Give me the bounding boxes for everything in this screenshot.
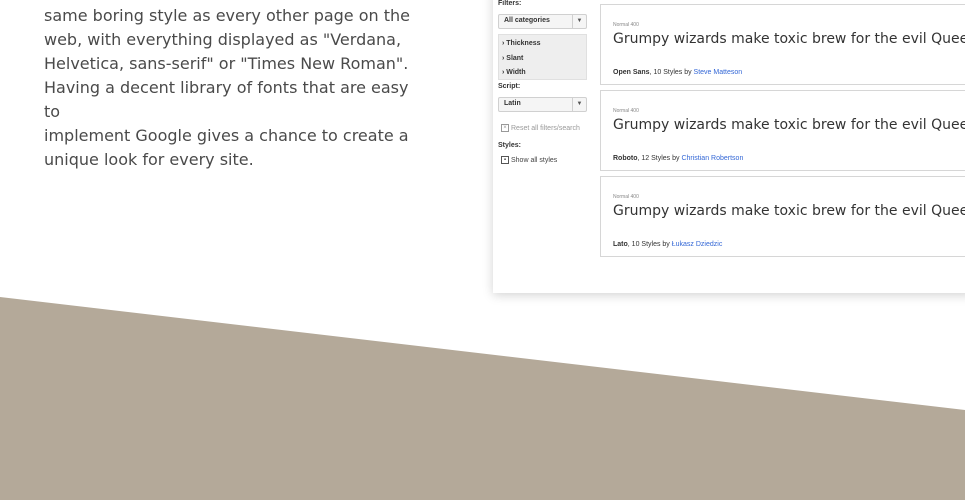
font-card-lato[interactable]: Normal 400 Grumpy wizards make toxic bre… xyxy=(600,176,965,257)
font-card-open-sans[interactable]: Normal 400 Grumpy wizards make toxic bre… xyxy=(600,4,965,85)
google-fonts-screenshot: Filters: All categories ▼ › Thickness › … xyxy=(493,0,965,293)
intro-line: Helvetica, sans-serif" or "Times New Rom… xyxy=(44,54,409,73)
intro-line: unique look for every site. xyxy=(44,150,254,169)
script-select-value: Latin xyxy=(504,100,521,107)
reset-filters-link[interactable]: × Reset all filters/search xyxy=(501,124,580,132)
font-card-footer: Lato, 10 Styles by Łukasz Dziedzic xyxy=(613,241,722,248)
reset-filters-label: Reset all filters/search xyxy=(511,124,580,132)
thickness-toggle[interactable]: › Thickness xyxy=(502,40,586,55)
chevron-down-icon: ▼ xyxy=(572,98,586,111)
font-card-roboto[interactable]: Normal 400 Grumpy wizards make toxic bre… xyxy=(600,90,965,171)
category-select-value: All categories xyxy=(504,17,550,24)
intro-line: implement Google gives a chance to creat… xyxy=(44,126,409,145)
font-sample-text: Grumpy wizards make toxic brew for the e… xyxy=(613,31,965,47)
font-weight-label: Normal 400 xyxy=(613,194,639,200)
chevron-down-icon: ▼ xyxy=(572,15,586,28)
font-styles-count: , 12 Styles by xyxy=(637,155,682,162)
script-label: Script: xyxy=(498,83,521,90)
filters-label: Filters: xyxy=(498,0,522,7)
font-weight-label: Normal 400 xyxy=(613,108,639,114)
slant-toggle[interactable]: › Slant xyxy=(502,55,586,70)
font-author-link[interactable]: Łukasz Dziedzic xyxy=(672,241,723,248)
font-name: Roboto xyxy=(613,155,638,162)
script-select[interactable]: Latin ▼ xyxy=(498,97,587,112)
styles-label: Styles: xyxy=(498,142,521,149)
font-card-footer: Roboto, 12 Styles by Christian Robertson xyxy=(613,155,743,162)
font-name: Open Sans xyxy=(613,69,650,76)
font-author-link[interactable]: Christian Robertson xyxy=(681,155,743,162)
font-name: Lato xyxy=(613,241,628,248)
font-styles-count: , 10 Styles by xyxy=(627,241,672,248)
show-all-styles-label: Show all styles xyxy=(511,156,558,164)
category-select[interactable]: All categories ▼ xyxy=(498,14,587,29)
filter-toggles: › Thickness › Slant › Width xyxy=(498,34,587,80)
intro-line: web, with everything displayed as "Verda… xyxy=(44,30,402,49)
font-styles-count: , 10 Styles by xyxy=(649,69,694,76)
show-all-styles-checkbox[interactable]: ▪ Show all styles xyxy=(501,156,557,164)
font-sample-text: Grumpy wizards make toxic brew for the e… xyxy=(613,203,965,219)
close-icon: × xyxy=(501,124,509,132)
font-weight-label: Normal 400 xyxy=(613,22,639,28)
width-toggle[interactable]: › Width xyxy=(502,69,586,84)
intro-line: Having a decent library of fonts that ar… xyxy=(44,78,409,121)
font-card-footer: Open Sans, 10 Styles by Steve Matteson xyxy=(613,69,742,76)
checkbox-icon: ▪ xyxy=(501,156,509,164)
intro-paragraph: same boring style as every other page on… xyxy=(44,4,424,172)
font-author-link[interactable]: Steve Matteson xyxy=(694,69,743,76)
intro-line: same boring style as every other page on… xyxy=(44,6,411,25)
font-sample-text: Grumpy wizards make toxic brew for the e… xyxy=(613,117,965,133)
